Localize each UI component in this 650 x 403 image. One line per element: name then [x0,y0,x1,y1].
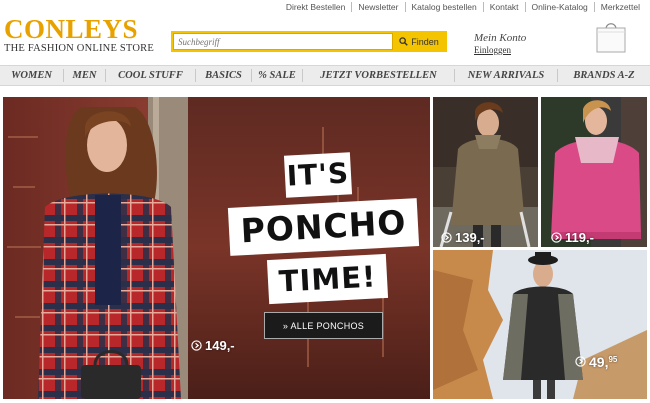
top-link-direkt-bestellen[interactable]: Direkt Bestellen [280,2,352,12]
login-link[interactable]: Einloggen [474,45,526,55]
alle-ponchos-button[interactable]: » ALLE PONCHOS [264,312,383,339]
play-circle-icon [575,356,586,367]
product-photo-3 [433,250,647,399]
top-links: Direkt Bestellen Newsletter Katalog best… [280,2,646,12]
product-photo-1 [433,97,538,247]
search-button[interactable]: Finden [393,33,445,50]
tile-3-price-cents: 95 [608,355,618,364]
tile-3-price-value: 49, [589,354,609,370]
logo-name: CONLEYS [4,14,139,44]
nav-item-cool-stuff[interactable]: COOL STUFF [106,69,196,82]
shopping-bag-icon[interactable] [595,20,627,54]
account-area: Mein Konto Einloggen [474,32,526,55]
tile-2-price-value: 119,- [565,230,594,245]
logo[interactable]: CONLEYS THE FASHION ONLINE STORE [4,14,154,55]
logo-tagline: THE FASHION ONLINE STORE [4,43,154,54]
nav-item-new-arrivals[interactable]: NEW ARRIVALS [455,69,558,82]
nav-item-basics[interactable]: BASICS [196,69,252,82]
headline-its: IT'S [283,152,353,198]
search-input[interactable] [173,33,393,50]
top-link-merkzettel[interactable]: Merkzettel [593,2,646,12]
top-link-katalog-bestellen[interactable]: Katalog bestellen [404,2,483,12]
search-icon [399,37,409,46]
nav-item-brands-a-z[interactable]: BRANDS A-Z [558,69,650,82]
product-tile-3[interactable]: 49, 95 [433,250,647,399]
product-photo-2 [541,97,647,247]
hero-price-value: 149,- [205,338,235,353]
product-tile-1[interactable]: 139,- [433,97,538,247]
hero-price: 149,- [191,338,235,353]
hero-banner[interactable]: IT'S PONCHO TIME! 149,- [3,97,430,399]
top-link-online-katalog[interactable]: Online-Katalog [524,2,594,12]
play-circle-icon [441,232,452,243]
search-button-label: Finden [411,36,439,47]
nav-item-sale[interactable]: % SALE [252,69,303,82]
top-link-newsletter[interactable]: Newsletter [351,2,404,12]
top-link-kontakt[interactable]: Kontakt [482,2,525,12]
play-circle-icon [551,232,562,243]
tile-1-price-value: 139,- [455,230,485,245]
tile-3-price: 49, 95 [575,354,617,370]
headline-poncho: PONCHO [227,198,420,256]
nav-item-jetzt-vorbestellen[interactable]: JETZT VORBESTELLEN [303,69,455,82]
play-circle-icon [191,340,202,351]
headline-time: TIME! [266,253,389,305]
account-title: Mein Konto [474,32,527,44]
nav-item-men[interactable]: MEN [64,69,106,82]
search-bar: Finden [171,31,447,52]
tile-2-price: 119,- [551,230,594,245]
product-tile-2[interactable]: 119,- [541,97,647,247]
nav-item-women[interactable]: WOMEN [0,69,64,82]
tile-1-price: 139,- [441,230,485,245]
main-nav: WOMEN MEN COOL STUFF BASICS % SALE JETZT… [0,65,650,86]
